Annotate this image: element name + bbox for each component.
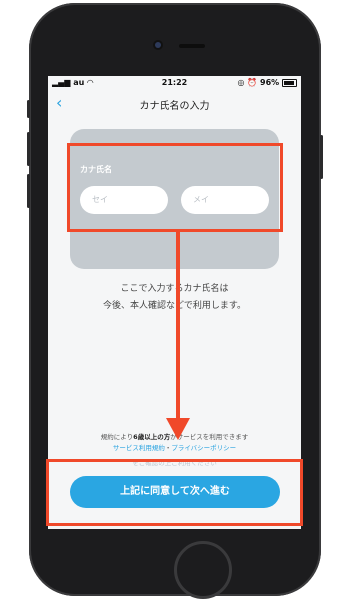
navigation-bar: ‹ カナ氏名の入力 (48, 90, 301, 116)
description-line-1: ここで入力するカナ氏名は (120, 284, 229, 294)
mute-switch (27, 100, 30, 118)
annotation-arrow-head-icon (166, 418, 190, 440)
battery-percent: 96% (260, 78, 280, 87)
battery-icon (282, 78, 297, 87)
privacy-policy-link[interactable]: プライバシーポリシー (171, 444, 236, 452)
power-button (320, 135, 323, 179)
volume-down-button (27, 174, 30, 208)
volume-up-button (27, 132, 30, 166)
alarm-icon: ⏰ (247, 78, 258, 87)
location-icon: ◎ (237, 78, 245, 87)
description-line-2: 今後、本人確認などで利用します。 (103, 301, 246, 311)
terms-of-service-link[interactable]: サービス利用規約 (113, 444, 165, 452)
home-button[interactable] (174, 541, 232, 599)
terms-prefix: 規約により (100, 433, 134, 441)
annotation-arrow-shaft (176, 232, 180, 420)
status-right: ◎ ⏰ 96% (237, 78, 297, 87)
terms-age-bold: 6歳以上の方 (133, 433, 171, 441)
terms-links: サービス利用規約・プライバシーポリシー (48, 442, 301, 452)
highlight-next-button (46, 459, 303, 526)
status-bar: ▂▄▆ au ◠ 21:22 ◎ ⏰ 96% (48, 76, 301, 90)
front-camera (155, 42, 161, 48)
highlight-name-fields (67, 143, 283, 232)
page-title: カナ氏名の入力 (139, 101, 210, 112)
earpiece-speaker (179, 44, 205, 48)
